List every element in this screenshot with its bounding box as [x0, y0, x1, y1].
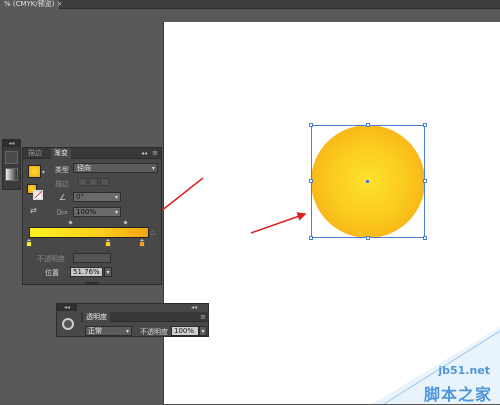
selection-handle-right[interactable]: [423, 179, 427, 183]
gradient-midpoint[interactable]: [123, 220, 128, 225]
collapse-icon[interactable]: ◂◂: [141, 148, 147, 159]
panel-menu-icon[interactable]: ≡: [200, 312, 206, 322]
delete-stop-icon[interactable]: ⌂: [150, 228, 155, 237]
stroke-across-button: [100, 178, 109, 186]
gradient-stop-0[interactable]: [26, 239, 32, 247]
aspect-ratio-value: 100%: [76, 208, 97, 216]
watermark: jb51.net 脚本之家: [372, 327, 500, 404]
opacity-label: 不透明度: [140, 328, 168, 336]
panel-resize-grip[interactable]: [85, 282, 99, 284]
blend-mode-value: 正常: [88, 327, 102, 335]
center-point-marker: [366, 180, 369, 183]
angle-select[interactable]: 0° ▾: [73, 192, 121, 202]
gradient-stop-2[interactable]: [139, 239, 145, 247]
opacity-input[interactable]: 100%: [171, 326, 199, 336]
transparency-panel: ◂◂ 透明度 ◂◂ ≡ 正常 ▾ 不透明度 100% ▾: [56, 303, 209, 337]
gradient-midpoint[interactable]: [68, 220, 73, 225]
collapse-icon[interactable]: ◂◂: [191, 304, 197, 311]
location-input[interactable]: 51.76%: [70, 267, 103, 277]
stop-color: [26, 241, 32, 247]
watermark-name: 脚本之家: [423, 385, 492, 404]
stroke-within-button: [78, 178, 87, 186]
tab-transparency[interactable]: 透明度: [83, 312, 110, 322]
gradient-slider[interactable]: [29, 227, 149, 238]
stop-color: [105, 241, 111, 247]
selection-handle-bottom-left[interactable]: [309, 236, 313, 240]
document-tab-title: % (CMYK/预览): [4, 0, 55, 8]
chevron-down-icon: ▾: [114, 194, 118, 201]
selection-handle-top-left[interactable]: [309, 123, 313, 127]
chevron-down-icon[interactable]: ▾: [199, 326, 207, 336]
selection-handle-top-right[interactable]: [423, 123, 427, 127]
stroke-panel-icon[interactable]: [5, 151, 18, 164]
chevron-down-icon: ▾: [114, 209, 118, 216]
selection-handle-bottom-right[interactable]: [423, 236, 427, 240]
gradient-panel-icon[interactable]: [5, 168, 18, 181]
opacity-select: [73, 253, 111, 263]
type-label: 类型: [55, 166, 69, 174]
chevron-down-icon[interactable]: ▾: [104, 267, 112, 277]
swatch-dropdown-icon[interactable]: ▾: [42, 169, 45, 176]
transparency-icon[interactable]: [62, 318, 74, 330]
tab-stroke[interactable]: 描边: [25, 148, 45, 159]
aspect-ratio-icon: ▯▭: [57, 208, 68, 216]
stroke-along-button: [89, 178, 98, 186]
document-tab-bar: % (CMYK/预览) ×: [0, 0, 500, 9]
document-tab-close-icon[interactable]: ×: [55, 0, 64, 9]
document-tab[interactable]: % (CMYK/预览): [0, 0, 59, 9]
selection-handle-bottom[interactable]: [366, 236, 370, 240]
collapsed-panel-strip: ◂◂: [2, 139, 21, 190]
angle-icon: ∠: [59, 193, 67, 202]
chevron-down-icon: ▾: [151, 165, 155, 172]
chevron-down-icon: ▾: [125, 328, 129, 335]
stroke-label: 描边: [55, 180, 69, 188]
type-select[interactable]: 径向 ▾: [73, 163, 158, 173]
strip-grip[interactable]: ◂◂: [57, 304, 77, 311]
strip-grip[interactable]: ◂◂: [3, 140, 20, 147]
stop-color: [139, 241, 145, 247]
location-label: 位置: [45, 269, 59, 277]
tab-gradient[interactable]: 渐变: [51, 148, 71, 159]
transparency-panel-tabs: 透明度 ◂◂ ≡: [81, 304, 209, 322]
angle-value: 0°: [76, 193, 84, 201]
blend-mode-select[interactable]: 正常 ▾: [85, 326, 132, 336]
gradient-panel-tabs: 描边 渐变 ◂◂ ≡: [23, 148, 161, 159]
selection-handle-left[interactable]: [309, 179, 313, 183]
aspect-ratio-select[interactable]: 100% ▾: [73, 207, 121, 217]
opacity-label: 不透明度: [37, 255, 65, 263]
type-value: 径向: [77, 164, 91, 172]
selection-handle-top[interactable]: [366, 123, 370, 127]
reverse-gradient-icon[interactable]: ⇄: [30, 206, 37, 215]
gradient-swatch[interactable]: [28, 165, 41, 178]
panel-menu-icon[interactable]: ≡: [152, 148, 158, 159]
watermark-site: jb51.net: [438, 364, 490, 377]
gradient-panel: 描边 渐变 ◂◂ ≡ ▾ ⇄ 类型 径向 ▾ 描边 ∠ 0° ▾ ▯▭ 100%…: [22, 147, 162, 285]
gradient-stop-1[interactable]: [105, 239, 111, 247]
